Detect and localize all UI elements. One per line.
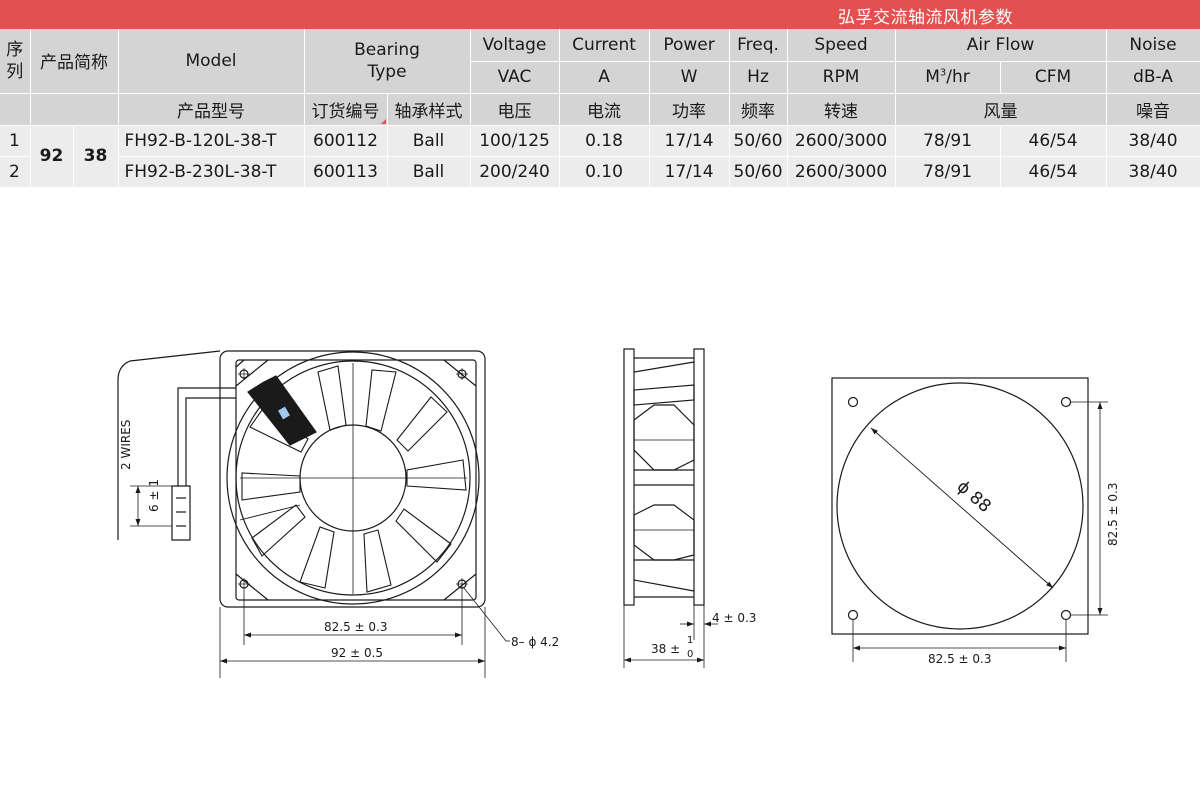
back-pitch-vertical-dim: 82.5 ± 0.3 <box>1106 483 1120 547</box>
wire-length-dim: 6 ± 1 <box>147 479 161 512</box>
side-flange-left <box>623 348 635 606</box>
back-view <box>831 377 1108 662</box>
technical-drawings: 2 WIRES 6 ± 1 82.5 ± 0.3 92 ± 0.5 8– ϕ 4… <box>117 348 1120 678</box>
side-depth-dim: 38 ± <box>651 642 680 656</box>
side-view <box>623 348 718 668</box>
back-diameter-dim: ϕ 88 <box>953 477 995 517</box>
back-pitch-horizontal-dim: 82.5 ± 0.3 <box>928 652 992 666</box>
side-flange-right <box>693 348 705 606</box>
front-view <box>117 350 510 678</box>
wires-label: 2 WIRES <box>119 420 133 470</box>
front-width-dim: 92 ± 0.5 <box>331 646 383 660</box>
hole-callout: 8– ϕ 4.2 <box>511 635 559 649</box>
side-flange-dim: 4 ± 0.3 <box>712 611 756 625</box>
side-tol-lower: 0 <box>687 649 693 660</box>
front-hole-pitch-dim: 82.5 ± 0.3 <box>324 620 388 634</box>
side-tol-upper: 1 <box>687 635 693 646</box>
